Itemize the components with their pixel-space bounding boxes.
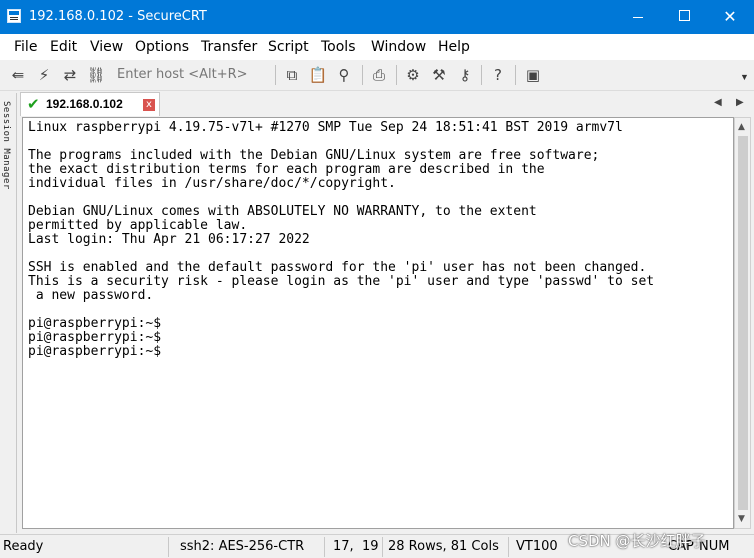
minimize-button[interactable] <box>615 0 661 34</box>
terminal-line: pi@raspberrypi:~$ <box>28 316 162 331</box>
global-options-icon[interactable]: ⚒ <box>429 65 449 85</box>
status-ready: Ready <box>3 539 44 554</box>
terminal-line: permitted by applicable law. <box>28 218 248 233</box>
menu-script[interactable]: Script <box>268 39 309 55</box>
toolbar-separator <box>275 65 276 85</box>
quick-connect-icon[interactable]: ⚡ <box>34 65 54 85</box>
csdn-watermark: CSDN @长沙红胖子 <box>568 532 706 550</box>
status-separator <box>324 537 325 557</box>
close-button[interactable]: ✕ <box>707 0 753 34</box>
menu-edit[interactable]: Edit <box>50 39 77 55</box>
paste-icon[interactable]: 📋 <box>308 65 328 85</box>
status-terminal-size: 28 Rows, 81 Cols <box>388 539 499 554</box>
maximize-button[interactable] <box>661 0 707 34</box>
toolbar-separator <box>515 65 516 85</box>
terminal-line: Last login: Thu Apr 21 06:17:27 2022 <box>28 232 310 247</box>
terminal-line: Debian GNU/Linux comes with ABSOLUTELY N… <box>28 204 537 219</box>
sftp-icon[interactable]: ▣ <box>523 65 543 85</box>
toolbar-separator <box>481 65 482 85</box>
status-terminal-type: VT100 <box>516 539 558 554</box>
terminal-line: pi@raspberrypi:~$ <box>28 344 162 359</box>
terminal-output: Linux raspberrypi 4.19.75-v7l+ #1270 SMP… <box>28 121 654 359</box>
copy-icon[interactable]: ⧉ <box>282 65 302 85</box>
session-manager-label: Session Manager <box>1 101 11 190</box>
scroll-up-icon[interactable]: ▲ <box>738 122 745 132</box>
find-icon[interactable]: ⚲ <box>334 65 354 85</box>
window-title: 192.168.0.102 - SecureCRT <box>29 9 207 24</box>
session-manager-strip[interactable]: Session Manager <box>0 93 17 533</box>
menu-options[interactable]: Options <box>135 39 189 55</box>
title-bar: 192.168.0.102 - SecureCRT ✕ <box>0 0 754 34</box>
status-separator <box>168 537 169 557</box>
terminal-line: the exact distribution terms for each pr… <box>28 162 545 177</box>
status-cursor-position: 17, 19 <box>333 539 379 554</box>
connect-icon[interactable]: ⇚ <box>8 65 28 85</box>
status-cipher: ssh2: AES-256-CTR <box>180 539 305 554</box>
terminal-scrollbar[interactable]: ▲ ▼ <box>734 117 751 529</box>
print-icon[interactable]: ⎙ <box>369 65 389 85</box>
scrollbar-thumb[interactable] <box>738 136 748 510</box>
disconnect-icon[interactable]: ⛓ <box>86 65 106 85</box>
status-separator <box>508 537 509 557</box>
toolbar-separator <box>362 65 363 85</box>
menu-file[interactable]: File <box>14 39 37 55</box>
session-tab[interactable]: ✔ 192.168.0.102 x <box>20 92 160 116</box>
tab-close-icon[interactable]: x <box>143 99 155 111</box>
help-icon[interactable]: ? <box>488 65 508 85</box>
scroll-down-icon[interactable]: ▼ <box>738 514 745 524</box>
settings-icon[interactable]: ⚙ <box>403 65 423 85</box>
toolbar-overflow-icon[interactable]: ▼ <box>740 72 749 82</box>
terminal-line: The programs included with the Debian GN… <box>28 148 600 163</box>
terminal-line: Linux raspberrypi 4.19.75-v7l+ #1270 SMP… <box>28 120 623 135</box>
minimize-icon <box>633 16 643 18</box>
terminal-line: This is a security risk - please login a… <box>28 274 655 289</box>
enter-host-field[interactable]: Enter host <Alt+R> <box>117 67 248 82</box>
tab-scroll-left-icon[interactable]: ◀ <box>714 97 722 108</box>
maximize-icon <box>678 10 690 21</box>
securecrt-window: 192.168.0.102 - SecureCRT ✕ File Edit Vi… <box>0 0 754 558</box>
status-separator <box>382 537 383 557</box>
terminal-line: SSH is enabled and the default password … <box>28 260 647 275</box>
securecrt-app-icon <box>7 9 21 23</box>
menu-help[interactable]: Help <box>438 39 470 55</box>
menu-bar: File Edit View Options Transfer Script T… <box>0 34 754 60</box>
terminal-line: a new password. <box>28 288 154 303</box>
terminal-line: individual files in /usr/share/doc/*/cop… <box>28 176 396 191</box>
menu-tools[interactable]: Tools <box>321 39 356 55</box>
menu-view[interactable]: View <box>90 39 123 55</box>
reconnect-icon[interactable]: ⇄ <box>60 65 80 85</box>
menu-transfer[interactable]: Transfer <box>201 39 257 55</box>
menu-window[interactable]: Window <box>371 39 426 55</box>
toolbar-separator <box>396 65 397 85</box>
terminal-area[interactable]: Linux raspberrypi 4.19.75-v7l+ #1270 SMP… <box>22 117 734 529</box>
session-tab-label: 192.168.0.102 <box>46 97 123 111</box>
toolbar: ⇚ ⚡ ⇄ ⛓ Enter host <Alt+R> ⧉ 📋 ⚲ ⎙ ⚙ ⚒ ⚷… <box>0 60 754 91</box>
terminal-line: pi@raspberrypi:~$ <box>28 330 162 345</box>
close-icon: ✕ <box>723 7 737 26</box>
connected-check-icon: ✔ <box>27 95 40 113</box>
tab-scroll-right-icon[interactable]: ▶ <box>736 97 744 108</box>
key-icon[interactable]: ⚷ <box>455 65 475 85</box>
